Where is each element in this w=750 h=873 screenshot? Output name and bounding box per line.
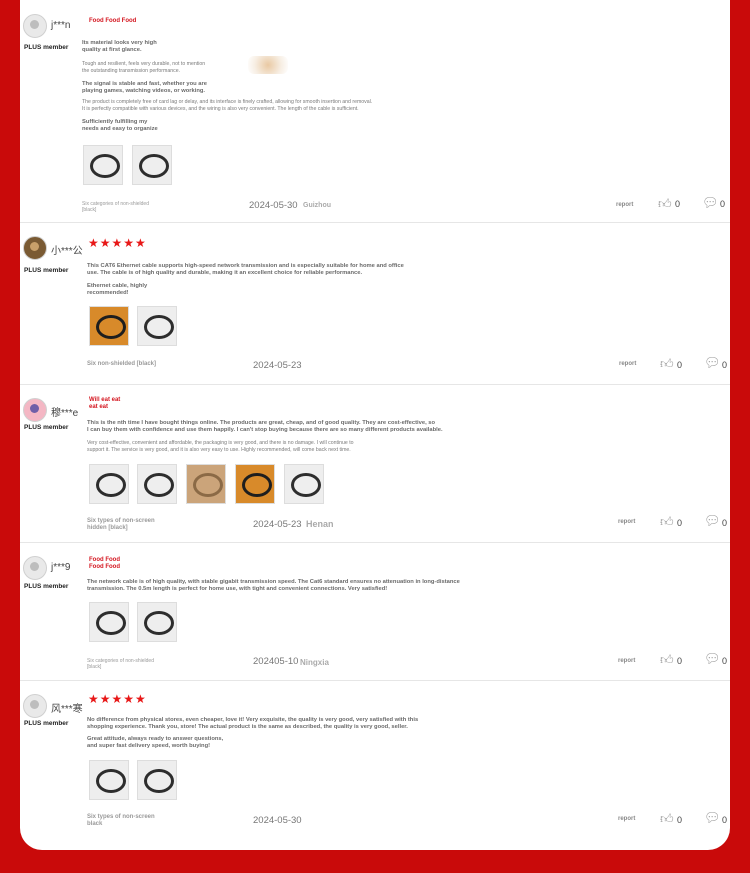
like-count: 0 bbox=[677, 815, 683, 825]
review-location: Henan bbox=[306, 519, 334, 529]
plus-member-badge: PLUS member bbox=[24, 583, 69, 590]
reviews-panel: j***n Food Food Food PLUS member Its mat… bbox=[20, 0, 730, 850]
review-date: 202405-10 bbox=[253, 656, 299, 667]
comment-icon[interactable]: 💬︎ bbox=[704, 356, 721, 369]
user-tag: Food Food Food bbox=[89, 18, 137, 24]
product-variant: Six categories of non-shielded [black] bbox=[87, 658, 154, 670]
review-location: Guizhou bbox=[303, 202, 331, 209]
like-count: 0 bbox=[677, 360, 683, 370]
review-photo[interactable] bbox=[137, 602, 177, 642]
plus-member-badge: PLUS member bbox=[24, 424, 69, 431]
review-card: 风***寒 ★★★★★ PLUS member No difference fr… bbox=[20, 680, 730, 850]
blurred-image-icon bbox=[248, 56, 288, 74]
report-link[interactable]: report bbox=[619, 361, 636, 367]
thumbs-up-icon[interactable]: 👍︎ bbox=[660, 515, 674, 528]
username[interactable]: j***9 bbox=[51, 562, 70, 573]
review-card: j***n Food Food Food PLUS member Its mat… bbox=[20, 0, 730, 223]
username[interactable]: j***n bbox=[51, 20, 70, 31]
review-photo[interactable] bbox=[137, 760, 177, 800]
review-text: Great attitude, always ready to answer q… bbox=[87, 736, 224, 749]
comment-count: 0 bbox=[722, 360, 728, 370]
review-text: Its material looks very high quality at … bbox=[82, 40, 157, 53]
product-variant: Six categories of non-shielded [black] bbox=[82, 201, 149, 213]
review-card: j***9 Food Food Food Food PLUS member Th… bbox=[20, 542, 730, 681]
thumbs-up-icon[interactable]: 👍︎ bbox=[658, 197, 672, 210]
like-count: 0 bbox=[675, 199, 681, 209]
avatar[interactable] bbox=[23, 398, 47, 422]
star-rating: ★★★★★ bbox=[88, 692, 147, 706]
review-date: 2024-05-30 bbox=[249, 200, 298, 211]
review-card: 小***公 ★★★★★ PLUS member This CAT6 Ethern… bbox=[20, 222, 730, 385]
username[interactable]: 穆***e bbox=[51, 404, 78, 419]
plus-member-badge: PLUS member bbox=[24, 720, 69, 727]
comment-count: 0 bbox=[720, 199, 726, 209]
comment-icon[interactable]: 💬︎ bbox=[704, 652, 721, 665]
review-text: The signal is stable and fast, whether y… bbox=[82, 81, 207, 94]
comment-count: 0 bbox=[722, 656, 728, 666]
review-card: 穆***e Will eat eat eat eat PLUS member T… bbox=[20, 384, 730, 543]
thumbs-up-icon[interactable]: 👍︎ bbox=[660, 653, 674, 666]
report-link[interactable]: report bbox=[618, 519, 635, 525]
review-text: Ethernet cable, highly recommended! bbox=[87, 283, 148, 296]
comment-icon[interactable]: 💬︎ bbox=[702, 196, 719, 209]
review-text: Very cost-effective, convenient and affo… bbox=[87, 440, 354, 453]
review-text: No difference from physical stores, even… bbox=[87, 717, 419, 730]
report-link[interactable]: report bbox=[616, 202, 633, 208]
comment-icon[interactable]: 💬︎ bbox=[704, 514, 721, 527]
username[interactable]: 风***寒 bbox=[51, 700, 83, 715]
plus-member-badge: PLUS member bbox=[24, 267, 69, 274]
review-text: Tough and resilient, feels very durable,… bbox=[82, 61, 206, 74]
user-tag: Will eat eat eat eat bbox=[89, 397, 121, 410]
star-rating: ★★★★★ bbox=[88, 236, 147, 250]
review-photo[interactable] bbox=[137, 306, 177, 346]
review-photo[interactable] bbox=[137, 464, 177, 504]
review-location: Ningxia bbox=[300, 658, 329, 667]
review-photo[interactable] bbox=[186, 464, 226, 504]
review-photo[interactable] bbox=[235, 464, 275, 504]
review-photo[interactable] bbox=[132, 145, 172, 185]
like-count: 0 bbox=[677, 518, 683, 528]
comment-icon[interactable]: 💬︎ bbox=[704, 811, 721, 824]
review-date: 2024-05-23 bbox=[253, 360, 302, 371]
comment-count: 0 bbox=[722, 815, 728, 825]
user-tag: Food Food Food Food bbox=[89, 557, 120, 570]
review-date: 2024-05-23 bbox=[253, 519, 302, 530]
review-photo[interactable] bbox=[89, 464, 129, 504]
plus-member-badge: PLUS member bbox=[24, 44, 69, 51]
product-variant: Six non-shielded [black] bbox=[87, 361, 157, 367]
comment-count: 0 bbox=[722, 518, 728, 528]
thumbs-up-icon[interactable]: 👍︎ bbox=[660, 357, 674, 370]
product-variant: Six types of non-screen hidden [black] bbox=[87, 518, 155, 531]
avatar[interactable] bbox=[23, 556, 47, 580]
avatar[interactable] bbox=[23, 236, 47, 260]
report-link[interactable]: report bbox=[618, 816, 635, 822]
review-text: This CAT6 Ethernet cable supports high-s… bbox=[87, 263, 404, 276]
like-count: 0 bbox=[677, 656, 683, 666]
username[interactable]: 小***公 bbox=[51, 242, 83, 257]
review-photo[interactable] bbox=[89, 306, 129, 346]
review-photo[interactable] bbox=[89, 760, 129, 800]
review-photo[interactable] bbox=[284, 464, 324, 504]
thumbs-up-icon[interactable]: 👍︎ bbox=[660, 812, 674, 825]
product-variant: Six types of non-screen black bbox=[87, 814, 155, 827]
review-text: The product is completely free of card l… bbox=[82, 99, 373, 112]
review-date: 2024-05-30 bbox=[253, 815, 302, 826]
review-text: The network cable is of high quality, wi… bbox=[87, 579, 460, 592]
review-photo[interactable] bbox=[83, 145, 123, 185]
avatar[interactable] bbox=[23, 14, 47, 38]
review-text: Sufficiently fulfilling my needs and eas… bbox=[82, 119, 158, 132]
avatar[interactable] bbox=[23, 694, 47, 718]
review-photo[interactable] bbox=[89, 602, 129, 642]
review-text: This is the nth time I have bought thing… bbox=[87, 420, 443, 433]
report-link[interactable]: report bbox=[618, 658, 635, 664]
